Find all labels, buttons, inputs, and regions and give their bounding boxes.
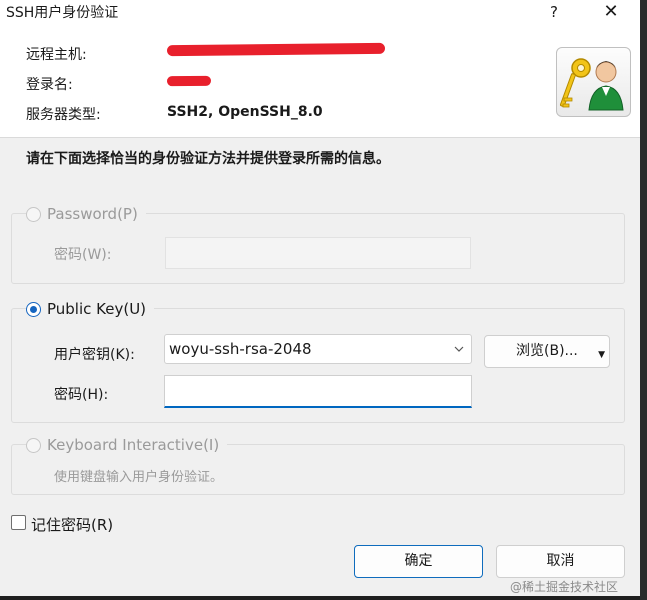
cancel-button-label: 取消 [546, 553, 575, 569]
publickey-radio-label: Public Key(U) [47, 300, 147, 318]
remember-password-checkbox[interactable] [11, 515, 26, 530]
server-type-value: SSH2, OpenSSH_8.0 [167, 104, 323, 120]
cancel-button[interactable]: 取消 [496, 545, 625, 578]
ssh-auth-dialog: SSH用户身份验证 ? ✕ 远程主机: 登录名: 服务器类型: SSH2, Op… [0, 0, 640, 596]
title-bar: SSH用户身份验证 ? ✕ [0, 0, 640, 24]
keyboard-radio-label: Keyboard Interactive(I) [47, 436, 220, 454]
close-button[interactable]: ✕ [596, 0, 626, 24]
keys-user-icon [556, 47, 631, 117]
password-method-option[interactable]: Password(P) [26, 205, 146, 223]
keyboard-method-option[interactable]: Keyboard Interactive(I) [26, 436, 228, 454]
watermark: @稀土掘金技术社区 [510, 580, 619, 594]
keyboard-description: 使用键盘输入用户身份验证。 [54, 470, 224, 485]
key-password-input[interactable] [164, 375, 472, 408]
background-window-edge [640, 0, 647, 600]
server-type-label: 服务器类型: [26, 107, 101, 123]
remember-password-label: 记住密码(R) [31, 516, 114, 534]
key-password-label: 密码(H): [54, 387, 109, 403]
remote-host-label: 远程主机: [26, 47, 87, 63]
login-name-label: 登录名: [26, 77, 73, 93]
password-radio-label: Password(P) [47, 205, 138, 223]
login-name-redaction [166, 75, 212, 87]
user-key-label: 用户密钥(K): [54, 347, 135, 363]
instruction-text: 请在下面选择恰当的身份验证方法并提供登录所需的信息。 [26, 151, 390, 167]
user-key-select[interactable]: woyu-ssh-rsa-2048 [164, 334, 472, 364]
chevron-down-icon [454, 346, 464, 352]
ok-button-label: 确定 [404, 553, 433, 569]
browse-button-label: 浏览(B)... [516, 343, 578, 359]
publickey-radio[interactable] [26, 301, 41, 317]
dropdown-arrow-icon: ▼ [598, 350, 605, 360]
remote-host-redaction [166, 42, 386, 57]
user-key-value: woyu-ssh-rsa-2048 [169, 340, 312, 358]
password-input-disabled [165, 237, 471, 269]
password-field-label: 密码(W): [54, 247, 112, 263]
browse-button[interactable]: 浏览(B)... ▼ [484, 335, 610, 368]
window-title: SSH用户身份验证 [6, 5, 119, 21]
keyboard-radio[interactable] [26, 437, 41, 453]
publickey-method-option[interactable]: Public Key(U) [26, 300, 155, 318]
help-button[interactable]: ? [544, 0, 564, 24]
password-radio[interactable] [26, 206, 41, 222]
connection-info-header: 远程主机: 登录名: 服务器类型: SSH2, OpenSSH_8.0 [0, 24, 640, 138]
ok-button[interactable]: 确定 [354, 545, 483, 578]
